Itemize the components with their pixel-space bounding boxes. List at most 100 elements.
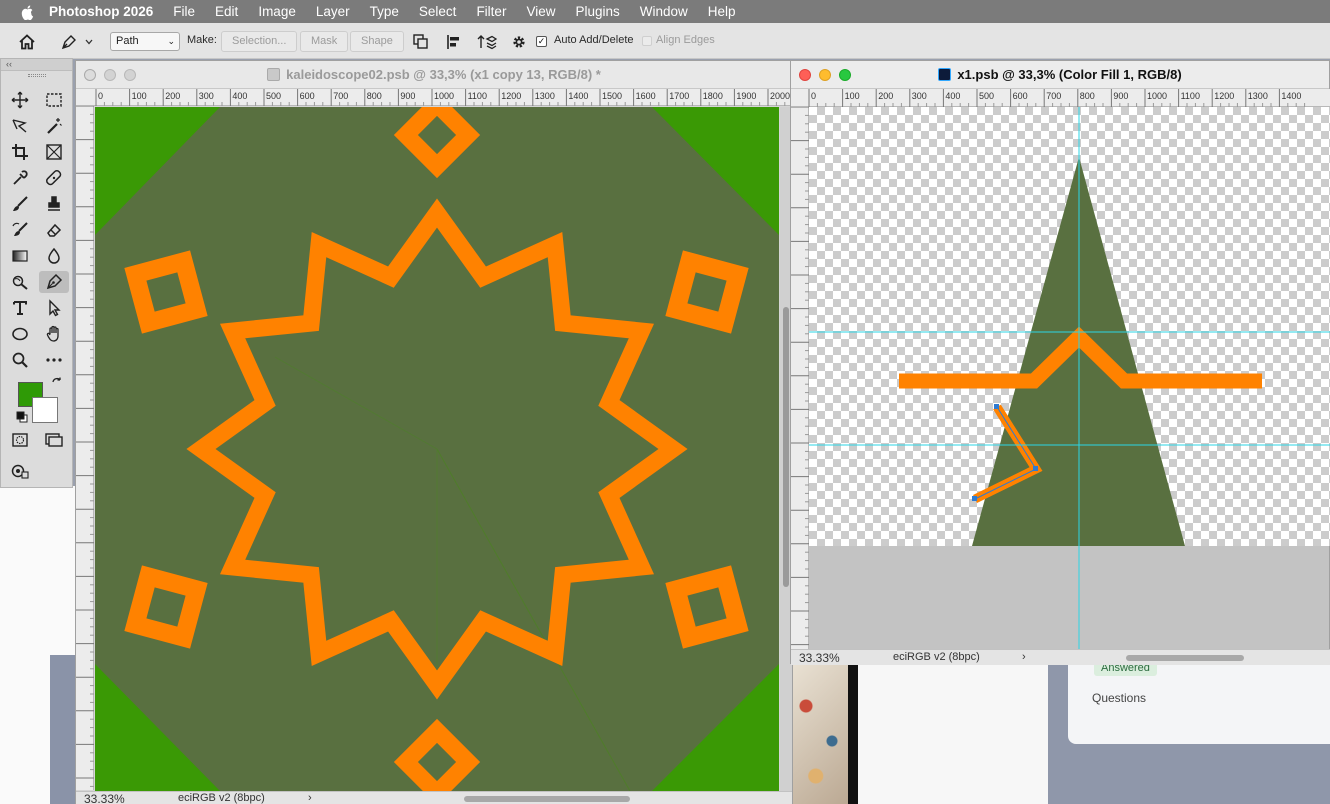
menu-plugins[interactable]: Plugins xyxy=(575,4,619,19)
brush-tool-icon[interactable] xyxy=(8,193,32,215)
close-button[interactable] xyxy=(84,69,96,81)
dodge-tool-icon[interactable] xyxy=(8,271,32,293)
doc2-color-profile: eciRGB v2 (8bpc) xyxy=(893,651,980,663)
doc2-zoom-level[interactable]: 33.33% xyxy=(799,651,840,665)
crop-tool-icon[interactable] xyxy=(8,141,32,163)
minimize-button[interactable] xyxy=(104,69,116,81)
gradient-tool-icon[interactable] xyxy=(8,245,32,267)
path-alignment-icon[interactable] xyxy=(443,31,465,53)
doc1-color-profile: eciRGB v2 (8bpc) xyxy=(178,792,265,804)
ruler-label: 1000 xyxy=(434,91,454,101)
zoom-button[interactable] xyxy=(839,69,851,81)
menu-select[interactable]: Select xyxy=(419,4,457,19)
ruler-label: 300 xyxy=(912,91,927,101)
doc2-artwork xyxy=(809,107,1330,649)
doc1-hscroll-thumb[interactable] xyxy=(464,796,630,802)
pen-tool-preset-icon[interactable] xyxy=(58,31,80,53)
doc2-horizontal-ruler[interactable]: 0 100 200 300 400 500 600 700 800 900 1000 1100 1200… xyxy=(791,89,1330,107)
doc1-status-arrow[interactable]: › xyxy=(308,792,312,804)
anchor-point[interactable] xyxy=(972,496,977,501)
tools-collapse-toggle[interactable]: ‹‹ xyxy=(1,59,72,71)
menu-file[interactable]: File xyxy=(173,4,195,19)
marquee-tool-icon[interactable] xyxy=(42,89,66,111)
move-tool-icon[interactable] xyxy=(8,89,32,111)
path-selection-tool-icon[interactable] xyxy=(42,297,66,319)
ruler-label: 500 xyxy=(979,91,994,101)
menu-layer[interactable]: Layer xyxy=(316,4,350,19)
ruler-label: 400 xyxy=(232,91,247,101)
pen-mode-value: Path xyxy=(116,35,139,47)
history-brush-tool-icon[interactable] xyxy=(8,219,32,241)
hand-tool-icon[interactable] xyxy=(42,323,66,345)
settings-gear-icon[interactable] xyxy=(508,31,530,53)
doc1-vertical-ruler[interactable] xyxy=(76,106,94,790)
stamp-tool-icon[interactable] xyxy=(42,193,66,215)
doc2-titlebar[interactable]: x1.psb @ 33,3% (Color Fill 1, RGB/8) xyxy=(791,61,1329,89)
type-tool-icon[interactable] xyxy=(8,297,32,319)
doc1-zoom-level[interactable]: 33.33% xyxy=(84,792,125,804)
ruler-label: 300 xyxy=(199,91,214,101)
close-button[interactable] xyxy=(799,69,811,81)
doc2-vertical-ruler[interactable] xyxy=(791,107,809,649)
doc2-ruler-ticks: 0 100 200 300 400 500 600 700 800 900 1000 1100 1200… xyxy=(808,89,1306,107)
more-tools-icon[interactable] xyxy=(42,349,66,371)
ruler-label: 1300 xyxy=(535,91,555,101)
blur-tool-icon[interactable] xyxy=(42,245,66,267)
ellipse-tool-icon[interactable] xyxy=(8,323,32,345)
eraser-tool-icon[interactable] xyxy=(42,219,66,241)
menu-filter[interactable]: Filter xyxy=(476,4,506,19)
questions-link[interactable]: Questions xyxy=(1092,691,1146,705)
pen-mode-select[interactable]: Path ⌄ xyxy=(110,32,180,51)
zoom-button[interactable] xyxy=(124,69,136,81)
magic-wand-tool-icon[interactable] xyxy=(42,115,66,137)
default-colors-icon[interactable] xyxy=(16,411,28,426)
doc2-hscroll-thumb[interactable] xyxy=(1126,655,1244,661)
auto-add-delete-checkbox[interactable]: ✓ xyxy=(536,36,547,47)
ruler-label: 1500 xyxy=(602,91,622,101)
ruler-label: 900 xyxy=(1113,91,1128,101)
path-arrangement-icon[interactable] xyxy=(476,31,498,53)
background-color-swatch[interactable] xyxy=(32,397,58,423)
home-icon[interactable] xyxy=(16,31,38,53)
path-operations-icon[interactable] xyxy=(410,31,432,53)
menu-window[interactable]: Window xyxy=(640,4,688,19)
healing-tool-icon[interactable] xyxy=(42,167,66,189)
menu-image[interactable]: Image xyxy=(258,4,296,19)
doc1-horizontal-ruler[interactable]: 0 100 200 300 400 500 600 700 800 900 1000 1100 1200… xyxy=(76,89,792,106)
frame-tool-icon[interactable] xyxy=(42,141,66,163)
menu-help[interactable]: Help xyxy=(708,4,736,19)
doc2-vruler-ticks xyxy=(791,107,809,646)
anchor-point[interactable] xyxy=(1033,466,1038,471)
make-selection-button[interactable]: Selection... xyxy=(221,31,298,52)
swap-colors-icon[interactable] xyxy=(51,377,63,392)
ruler-label: 200 xyxy=(878,91,893,101)
doc2-status-arrow[interactable]: › xyxy=(1022,651,1026,663)
ruler-label: 700 xyxy=(333,91,348,101)
align-edges-label: Align Edges xyxy=(656,34,715,46)
doc1-vscroll-thumb[interactable] xyxy=(783,307,789,587)
preset-chevron-icon[interactable] xyxy=(82,31,96,53)
make-shape-button[interactable]: Shape xyxy=(350,31,404,52)
quick-mask-icon[interactable] xyxy=(8,429,32,451)
eyedropper-tool-icon[interactable] xyxy=(8,167,32,189)
menu-edit[interactable]: Edit xyxy=(215,4,238,19)
menu-type[interactable]: Type xyxy=(370,4,399,19)
app-name-menu[interactable]: Photoshop 2026 xyxy=(49,4,153,19)
minimize-button[interactable] xyxy=(819,69,831,81)
background-photo-edge xyxy=(848,664,858,804)
menu-view[interactable]: View xyxy=(526,4,555,19)
make-label: Make: xyxy=(187,34,217,46)
apple-icon[interactable] xyxy=(20,4,36,20)
screen-mode-icon[interactable] xyxy=(42,429,66,451)
doc1-titlebar[interactable]: kaleidoscope02.psb @ 33,3% (x1 copy 13, … xyxy=(76,61,792,89)
pen-tool-icon[interactable] xyxy=(39,271,69,293)
anchor-point[interactable] xyxy=(994,404,999,409)
panel-grip[interactable] xyxy=(28,74,46,77)
edit-toolbar-icon[interactable] xyxy=(8,460,32,482)
lasso-tool-icon[interactable] xyxy=(8,115,32,137)
align-edges-checkbox[interactable] xyxy=(642,36,652,46)
make-mask-button[interactable]: Mask xyxy=(300,31,349,52)
ruler-label: 900 xyxy=(400,91,415,101)
doc1-canvas[interactable] xyxy=(95,107,779,791)
zoom-tool-icon[interactable] xyxy=(8,349,32,371)
